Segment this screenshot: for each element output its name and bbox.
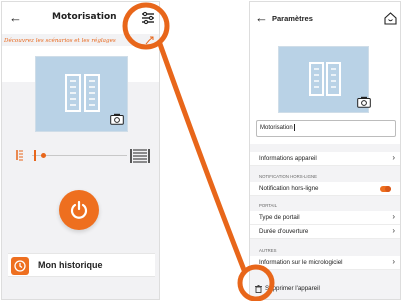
header-bar: ← Motorisation bbox=[2, 2, 159, 34]
delete-device-label: Supprimer l'appareil bbox=[265, 285, 320, 292]
firmware-info-row[interactable]: Information sur le micrologiciel › bbox=[250, 256, 400, 270]
motorisation-screen: ← Motorisation Découvrez les scénarios e… bbox=[1, 1, 160, 300]
section-offline-notification: NOTIFICATION HORS-LIGNE bbox=[259, 174, 317, 179]
firmware-info-label: Information sur le micrologiciel bbox=[259, 259, 343, 266]
device-name-input[interactable]: Motorisation bbox=[256, 120, 396, 137]
chevron-right-icon: › bbox=[392, 153, 395, 162]
power-button[interactable] bbox=[59, 190, 99, 230]
trash-icon bbox=[255, 285, 262, 293]
chevron-right-icon: › bbox=[392, 212, 395, 221]
header-bar: ← Paramètres bbox=[250, 2, 400, 34]
slider-start-marker bbox=[34, 150, 36, 161]
page-title: Motorisation bbox=[52, 12, 117, 22]
history-label: Mon historique bbox=[38, 260, 103, 270]
section-other: AUTRES bbox=[259, 248, 277, 253]
text-caret bbox=[293, 123, 295, 131]
power-icon bbox=[70, 200, 88, 219]
device-info-row[interactable]: Informations appareil › bbox=[250, 152, 400, 166]
annotation-connector-line bbox=[157, 41, 247, 273]
offline-notification-toggle[interactable] bbox=[380, 186, 391, 192]
delete-device-row[interactable]: Supprimer l'appareil bbox=[250, 282, 400, 296]
gate-image bbox=[278, 46, 369, 113]
offline-notification-row: Notification hors-ligne bbox=[250, 182, 400, 196]
settings-sliders-icon[interactable] bbox=[140, 10, 156, 26]
back-arrow-icon[interactable]: ← bbox=[255, 10, 268, 25]
history-clock-icon bbox=[11, 257, 29, 275]
device-info-label: Informations appareil bbox=[259, 155, 317, 162]
section-portal: PORTAIL bbox=[259, 203, 277, 208]
tip-arrow-icon bbox=[145, 36, 154, 45]
home-icon[interactable] bbox=[384, 12, 397, 25]
position-slider-thumb[interactable] bbox=[41, 153, 46, 158]
history-row[interactable]: Mon historique bbox=[8, 253, 155, 277]
opening-duration-label: Durée d'ouverture bbox=[259, 228, 309, 235]
device-name-value: Motorisation bbox=[260, 125, 293, 131]
settings-tip-text: Découvrez les scénarios et les réglages bbox=[4, 38, 116, 44]
portal-type-row[interactable]: Type de portail › bbox=[250, 211, 400, 225]
position-slider-track[interactable] bbox=[32, 155, 127, 156]
portal-type-label: Type de portail bbox=[259, 214, 300, 221]
gate-open-icon bbox=[16, 150, 23, 161]
camera-icon[interactable] bbox=[110, 113, 124, 125]
page-title: Paramètres bbox=[272, 14, 313, 23]
chevron-right-icon: › bbox=[392, 226, 395, 235]
back-arrow-icon[interactable]: ← bbox=[9, 10, 22, 25]
opening-duration-row[interactable]: Durée d'ouverture › bbox=[250, 225, 400, 239]
settings-screen: ← Paramètres Motorisation Informations a… bbox=[249, 1, 401, 300]
camera-icon[interactable] bbox=[357, 96, 371, 108]
chevron-right-icon: › bbox=[392, 257, 395, 266]
gate-closed-icon bbox=[130, 149, 150, 163]
offline-notification-label: Notification hors-ligne bbox=[259, 185, 319, 192]
